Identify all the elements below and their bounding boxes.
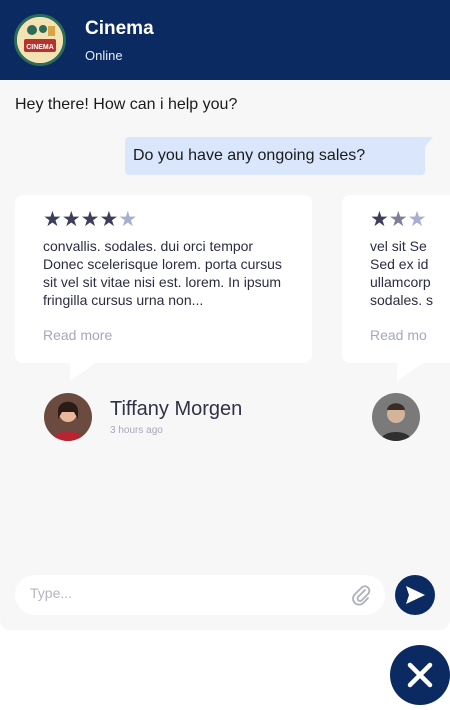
star-icon: ★ bbox=[80, 208, 100, 231]
review-text: vel sit Se Sed ex id ullamcorp sodales. … bbox=[370, 238, 434, 308]
read-more-link[interactable]: Read more bbox=[43, 327, 284, 343]
close-icon bbox=[407, 662, 433, 688]
star-icon: ★ bbox=[370, 208, 389, 231]
cinema-logo: CINEMA bbox=[14, 14, 66, 66]
star-icon: ★ bbox=[61, 208, 81, 231]
user-message: Do you have any ongoing sales? bbox=[125, 137, 433, 175]
review-time: 3 hours ago bbox=[110, 425, 163, 436]
star-icon: ★ bbox=[43, 208, 62, 231]
chat-widget: CINEMA Cinema Online Hey there! How can … bbox=[0, 0, 450, 630]
reviewer-name: Tiffany Morgen bbox=[110, 398, 243, 420]
message-input-field[interactable]: Type... bbox=[15, 575, 385, 615]
chat-header: CINEMA Cinema Online bbox=[0, 0, 450, 80]
logo-text: CINEMA bbox=[26, 44, 54, 51]
paperclip-icon[interactable] bbox=[350, 584, 372, 611]
rating-stars: ★★★★★ bbox=[43, 207, 284, 232]
reviewer-avatar bbox=[372, 393, 420, 441]
star-icon: ★ bbox=[407, 208, 427, 231]
star-icon: ★ bbox=[388, 208, 408, 231]
read-more-link[interactable]: Read mo bbox=[370, 327, 450, 343]
send-button[interactable] bbox=[395, 575, 435, 615]
message-input-placeholder: Type... bbox=[30, 585, 73, 601]
star-icon: ★ bbox=[118, 208, 138, 231]
close-button[interactable] bbox=[390, 645, 450, 705]
review-card: ★★★★★ convallis. sodales. dui orci tempo… bbox=[15, 195, 312, 381]
rating-stars: ★★★ bbox=[370, 207, 450, 232]
bot-message: Hey there! How can i help you? bbox=[15, 96, 238, 113]
reviewer-avatar bbox=[44, 393, 92, 441]
chat-title: Cinema bbox=[85, 18, 154, 39]
review-text: convallis. sodales. dui orci tempor Done… bbox=[43, 238, 282, 308]
chat-status: Online bbox=[85, 48, 123, 63]
review-card: ★★★ vel sit Se Sed ex id ullamcorp sodal… bbox=[342, 195, 450, 381]
star-icon: ★ bbox=[99, 208, 119, 231]
send-icon bbox=[406, 586, 425, 604]
